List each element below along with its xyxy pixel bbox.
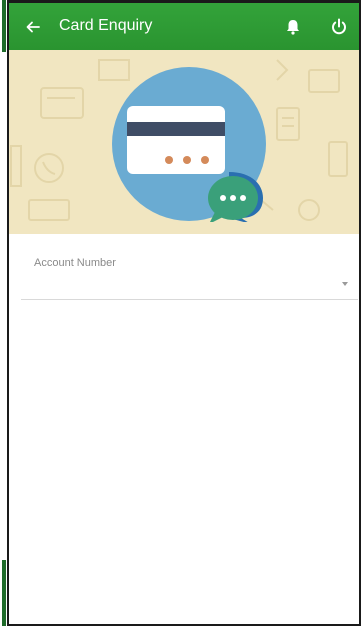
right-border bbox=[359, 0, 363, 626]
account-number-select[interactable] bbox=[21, 272, 358, 300]
notification-button[interactable] bbox=[281, 15, 305, 39]
page-title: Card Enquiry bbox=[59, 17, 153, 34]
logout-button[interactable] bbox=[327, 15, 351, 39]
back-button[interactable] bbox=[21, 15, 45, 39]
account-number-label: Account Number bbox=[34, 257, 116, 269]
arrow-left-icon bbox=[26, 21, 40, 33]
enquiry-form: Account Number bbox=[9, 234, 359, 624]
app-bar: Card Enquiry bbox=[9, 0, 359, 50]
card-chat-illustration bbox=[112, 67, 266, 222]
power-icon bbox=[332, 18, 346, 35]
app-screen: Card Enquiry Account Number bbox=[0, 0, 363, 626]
hero-banner bbox=[9, 50, 359, 234]
bell-icon bbox=[287, 20, 299, 35]
chevron-down-icon bbox=[342, 282, 348, 286]
left-border bbox=[0, 0, 9, 626]
